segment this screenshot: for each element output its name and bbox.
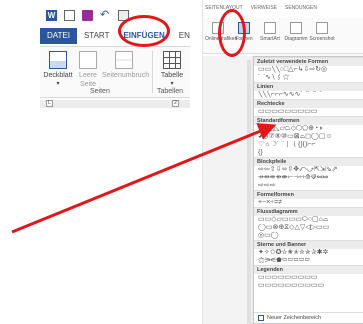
section-callouts: Legenden bbox=[254, 265, 363, 274]
tab-entwurf[interactable]: ENT bbox=[172, 28, 190, 44]
shape-row[interactable]: ⇨⇦⇧⇩⬄⇳✥⤺⤻⇱⇲⇘⇗ bbox=[254, 166, 363, 174]
group-label-seiten: Seiten bbox=[90, 88, 110, 95]
shape-row[interactable]: ▭▭▭▭▭▭▭▭▭ bbox=[254, 274, 363, 282]
tab-sendungen[interactable]: SENDUNGEN bbox=[285, 5, 317, 15]
quick-access-toolbar: W ↶ bbox=[46, 10, 129, 24]
ruler-bar: L 2 bbox=[40, 100, 190, 108]
screenshot-icon bbox=[316, 22, 328, 34]
canvas-icon bbox=[258, 314, 264, 321]
section-stars-banners: Sterne und Banner bbox=[254, 240, 363, 249]
save-icon[interactable] bbox=[82, 10, 93, 21]
smartart-icon bbox=[264, 22, 276, 34]
shape-row[interactable]: ⇸⇹⇺⇻⇼⇽⇾⇿⟰⟱⤆⤇ bbox=[254, 174, 363, 182]
diagramm-button[interactable]: Diagramm bbox=[283, 22, 309, 42]
tab-datei[interactable]: DATEI bbox=[40, 28, 77, 44]
section-equation-shapes: Formelformen bbox=[254, 190, 363, 199]
ruler-marker: 2 bbox=[172, 100, 179, 107]
new-drawing-canvas-button[interactable]: Neuer Zeichenbereich bbox=[254, 312, 363, 323]
section-block-arrows: Blockpfeile bbox=[254, 157, 363, 166]
section-rectangles: Rechtecke bbox=[254, 99, 363, 108]
new-drawing-canvas-label: Neuer Zeichenbereich bbox=[267, 315, 322, 321]
chart-icon bbox=[290, 22, 302, 34]
undo-icon[interactable]: ↶ bbox=[100, 10, 111, 21]
tab-stop-selector[interactable]: L bbox=[46, 100, 53, 107]
shape-row[interactable]: ▭▭▭▭▭▭▭▭▭ bbox=[254, 108, 363, 116]
screenshot-button[interactable]: Screenshot bbox=[309, 22, 335, 42]
seitenumbruch-button[interactable]: Seitenumbruch bbox=[102, 51, 150, 80]
blank-page-icon bbox=[79, 51, 97, 69]
deckblatt-label: Deckblatt bbox=[43, 72, 73, 79]
shape-row[interactable]: ◎▭◯ bbox=[254, 232, 363, 240]
table-icon bbox=[163, 51, 181, 69]
shape-row[interactable]: +−×÷=≠ bbox=[254, 199, 363, 207]
tab-start[interactable]: START bbox=[77, 28, 116, 44]
diagramm-label: Diagramm bbox=[284, 36, 308, 42]
annotation-circle-formen bbox=[218, 9, 246, 57]
shape-row[interactable]: ⇨⇨⇨ bbox=[254, 182, 363, 190]
shape-row[interactable]: ✦✧✩✪✫✬✭✮✯✰✱✲ bbox=[254, 249, 363, 257]
section-basic-shapes: Standardformen bbox=[254, 116, 363, 125]
shape-row[interactable]: ▭▭▭▭▭▭▭▭▭▭ bbox=[254, 282, 363, 290]
shape-row[interactable]: ◯▭⊗⊕⧖◇△▽◁▷▭▭ bbox=[254, 224, 363, 232]
group-separator bbox=[152, 51, 153, 93]
shape-row[interactable]: ▭○△◺▱⏢◇⬡⬠⊕◔◑ bbox=[254, 125, 363, 133]
screenshot-label: Screenshot bbox=[309, 36, 335, 42]
ribbon-body: Deckblatt ▾ Leere Seite Seitenumbruch Ta… bbox=[40, 46, 190, 98]
word-ribbon-left: W ↶ DATEI START EINFÜGEN ENT Deckblatt ▾… bbox=[40, 4, 190, 108]
shape-row[interactable]: {} bbox=[254, 149, 363, 157]
deckblatt-button[interactable]: Deckblatt ▾ bbox=[42, 51, 74, 89]
tabelle-label: Tabelle bbox=[160, 72, 184, 79]
shape-row[interactable]: ◕◶⑦⑧⑩▭⊠⌓◻◯▢☺ bbox=[254, 133, 363, 141]
section-lines: Linien bbox=[254, 82, 363, 91]
group-label-tabellen: Tabellen bbox=[157, 88, 184, 95]
leere-seite-label: Leere Seite bbox=[79, 72, 97, 88]
section-recent: Zuletzt verwendete Formen bbox=[254, 57, 363, 66]
shape-row[interactable]: ▭▭╲╲○□△⌐↳⇩⇨↻◎ bbox=[254, 66, 363, 74]
word-logo-icon: W bbox=[46, 10, 57, 21]
shape-row[interactable]: ⌒∿∖⌇☆ bbox=[254, 74, 363, 82]
tab-verweise[interactable]: VERWEISE bbox=[251, 5, 277, 15]
smartart-button[interactable]: SmartArt bbox=[257, 22, 283, 42]
tabelle-button[interactable]: Tabelle ▾ bbox=[156, 51, 188, 89]
smartart-label: SmartArt bbox=[260, 36, 280, 42]
shape-row[interactable]: ╲╲╲⌐⌐⌐∿∿∿⌒⌒⌒ bbox=[254, 91, 363, 99]
cover-page-icon bbox=[49, 51, 67, 69]
page-break-icon bbox=[115, 51, 133, 69]
new-document-icon[interactable] bbox=[64, 10, 75, 21]
seitenumbruch-label: Seitenumbruch bbox=[102, 72, 150, 79]
shape-row[interactable]: ▭▭◇▱▭▭▭⬭○▢⌂⌓ bbox=[254, 216, 363, 224]
section-flowchart: Flussdiagramm bbox=[254, 207, 363, 216]
document-area bbox=[203, 56, 253, 324]
shape-row[interactable]: ⚝⚞⚟⬟▭▭▭▭▭ bbox=[254, 257, 363, 265]
shapes-dropdown: Zuletzt verwendete Formen ▭▭╲╲○□△⌐↳⇩⇨↻◎ … bbox=[253, 56, 363, 324]
vertical-ruler bbox=[247, 60, 251, 324]
leere-seite-button[interactable]: Leere Seite bbox=[76, 51, 100, 89]
annotation-circle-einfuegen bbox=[118, 15, 170, 47]
shape-row[interactable]: ♡☼☽⌒⎰⎱{}()⌐⌐ bbox=[254, 141, 363, 149]
